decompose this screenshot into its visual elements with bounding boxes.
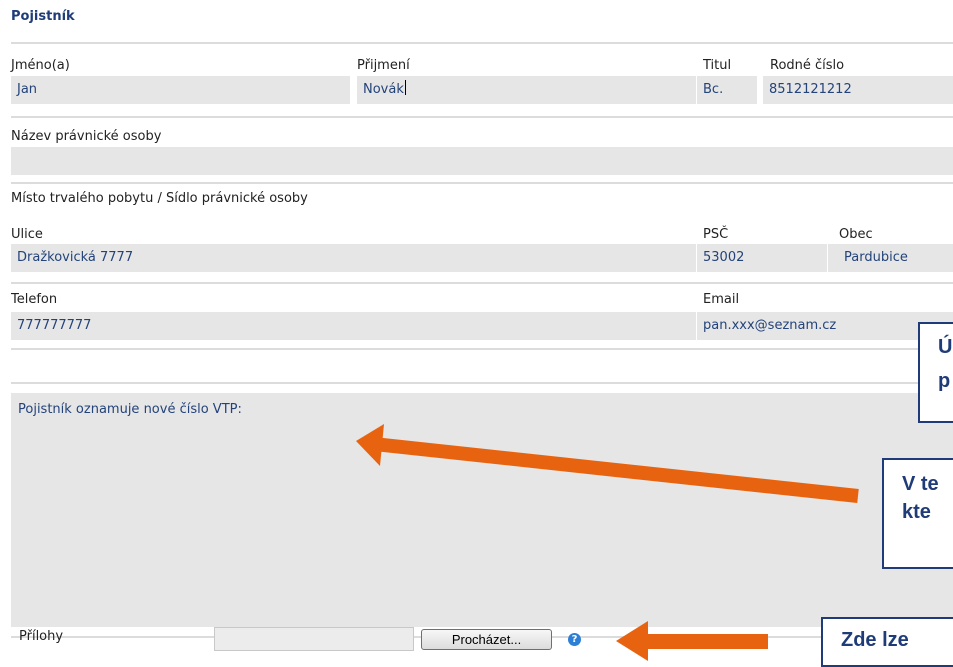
annotation-box-3: Zde lze	[821, 617, 953, 667]
arrow-head-message	[356, 424, 384, 466]
arrow-shaft-message	[373, 437, 859, 503]
annotation-box-1-line-1: Ú	[938, 336, 953, 358]
annotation-box-2-line-1: V te	[902, 473, 939, 495]
arrow-shaft-attachments	[646, 634, 768, 649]
annotation-box-2-line-2: kte	[902, 501, 931, 523]
annotation-box-3-text: Zde lze	[841, 629, 909, 651]
arrow-head-attachments	[616, 621, 648, 661]
annotation-box-1: Ú p	[918, 322, 953, 423]
annotation-arrows	[356, 424, 859, 661]
annotation-box-2: V te kte	[882, 458, 953, 569]
annotation-box-1-line-2: p	[938, 370, 951, 392]
